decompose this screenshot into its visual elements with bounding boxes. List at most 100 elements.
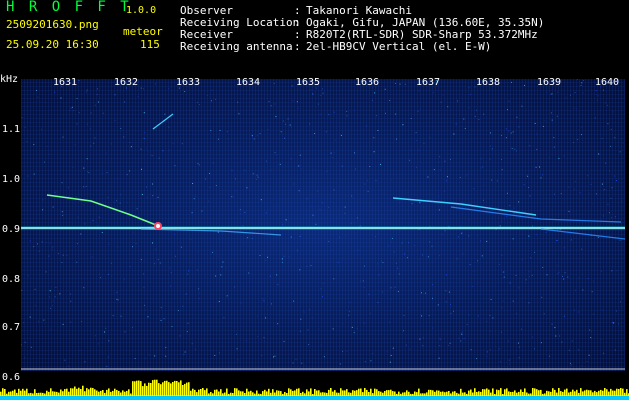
signal-strength-strip <box>0 379 629 400</box>
strength-bar <box>582 391 584 396</box>
strength-bar <box>238 390 240 396</box>
strength-bar <box>84 391 86 396</box>
strength-bar <box>76 388 78 396</box>
strength-bar <box>252 392 254 396</box>
antenna-separator: : <box>294 40 301 53</box>
strength-bar <box>42 392 44 396</box>
strength-bar <box>142 386 144 396</box>
strength-bar <box>170 383 172 396</box>
strength-bar <box>184 383 186 396</box>
waterfall-plot[interactable] <box>21 79 626 371</box>
app-title: H R O F F T <box>6 0 132 15</box>
strength-bar <box>604 388 606 396</box>
strength-bar <box>224 392 226 396</box>
antenna-value: 2el-HB9CV Vertical (el. E-W) <box>306 40 492 53</box>
strength-bar <box>24 390 26 396</box>
strength-bar <box>114 388 116 396</box>
meteor-trace <box>152 113 174 130</box>
strength-bar <box>22 388 24 396</box>
strength-bar <box>30 392 32 396</box>
strength-bar <box>4 389 6 396</box>
strength-bar <box>566 388 568 396</box>
strength-bar <box>246 388 248 396</box>
strength-bar <box>408 391 410 396</box>
strength-bar <box>342 390 344 396</box>
strength-bar <box>556 392 558 396</box>
strength-bar <box>446 391 448 396</box>
strength-bar <box>498 390 500 396</box>
strength-bar <box>626 389 628 396</box>
strength-bar <box>572 389 574 396</box>
strength-bar <box>10 391 12 396</box>
strength-bar <box>392 391 394 396</box>
strength-bar <box>18 388 20 396</box>
strength-bar <box>576 389 578 396</box>
strength-bar <box>610 388 612 396</box>
strength-bar <box>368 392 370 396</box>
strength-bar <box>516 392 518 396</box>
strength-bar <box>8 391 10 396</box>
strength-bar <box>448 391 450 396</box>
strength-bar <box>458 393 460 396</box>
strength-bar <box>46 390 48 396</box>
strength-bar <box>242 391 244 396</box>
strength-bar <box>166 380 168 396</box>
meteor-trace <box>392 197 537 216</box>
strength-bar <box>390 389 392 396</box>
strength-bar <box>262 391 264 396</box>
strength-bar <box>542 393 544 396</box>
file-name: 2509201630.png <box>6 18 99 31</box>
strength-bar <box>260 393 262 396</box>
strength-bar <box>244 393 246 396</box>
strength-bar <box>474 388 476 396</box>
strength-bar <box>486 388 488 396</box>
strength-bar <box>34 389 36 396</box>
strength-bar <box>450 393 452 396</box>
strength-bar <box>552 388 554 396</box>
strength-bar <box>240 391 242 396</box>
strength-bar <box>146 385 148 396</box>
strength-bar <box>208 393 210 396</box>
strength-bar <box>494 394 496 396</box>
strength-bar <box>32 393 34 396</box>
strength-bar <box>110 391 112 396</box>
strength-bar <box>442 391 444 396</box>
strength-bar <box>52 391 54 396</box>
strength-bar <box>348 392 350 396</box>
strength-bar <box>538 390 540 396</box>
strength-bar <box>174 380 176 396</box>
antenna-label: Receiving antenna <box>180 40 293 53</box>
strength-bar <box>310 388 312 396</box>
strength-bar <box>274 392 276 396</box>
strength-bar <box>164 380 166 396</box>
strength-bar <box>278 390 280 396</box>
strength-bar <box>518 391 520 396</box>
freq-tick: 0.7 <box>2 322 21 333</box>
strength-bar <box>346 389 348 396</box>
strength-bar <box>58 392 60 396</box>
strength-bar <box>212 393 214 396</box>
strength-bar <box>56 391 58 396</box>
strength-bar <box>412 393 414 396</box>
strength-bar <box>456 392 458 396</box>
strength-bar <box>326 392 328 396</box>
strength-bar <box>432 390 434 396</box>
strength-bar <box>584 390 586 396</box>
strength-bar <box>294 390 296 396</box>
strength-bar <box>288 388 290 396</box>
strength-bar <box>160 384 162 396</box>
strength-bar <box>558 388 560 396</box>
strength-bar <box>144 383 146 396</box>
strength-bar <box>522 392 524 396</box>
strength-bar <box>280 391 282 396</box>
strength-bar <box>136 380 138 396</box>
strength-bar <box>88 389 90 396</box>
meteor-head-core <box>156 224 160 228</box>
strength-bar <box>282 393 284 396</box>
strength-bar <box>218 391 220 396</box>
strength-bar <box>416 392 418 396</box>
strength-bar <box>434 391 436 396</box>
strength-bar <box>116 390 118 396</box>
strength-bar <box>226 388 228 396</box>
strength-bar <box>506 388 508 396</box>
